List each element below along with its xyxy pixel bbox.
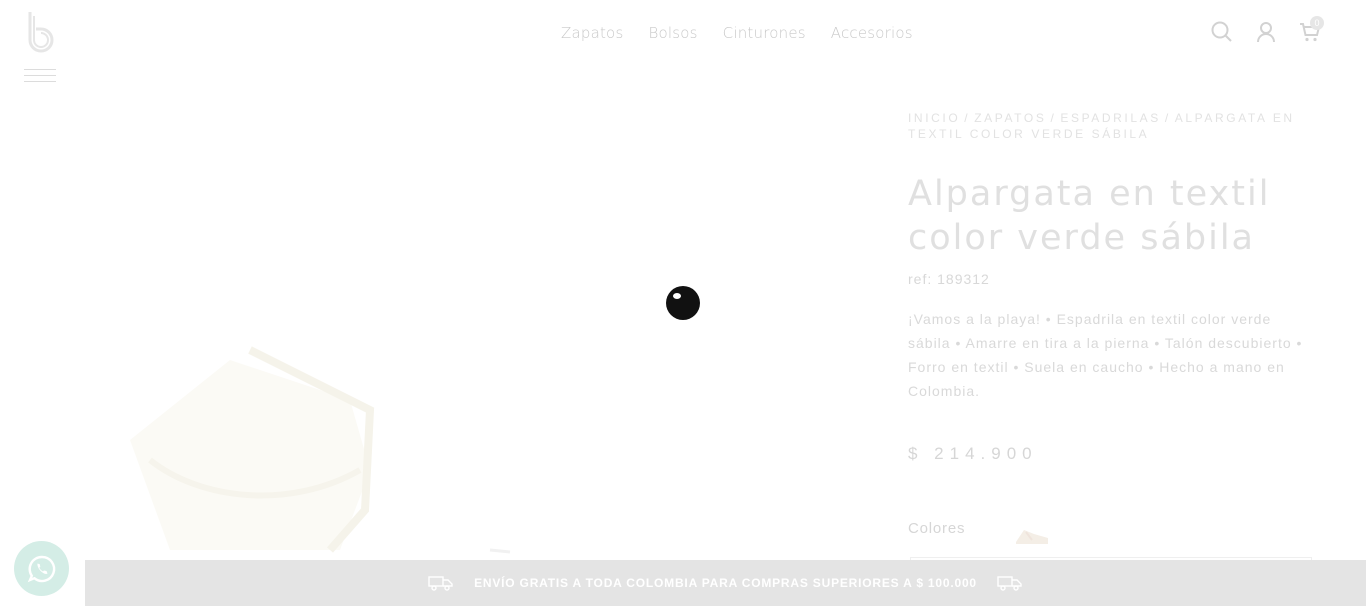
hamburger-line: [24, 69, 56, 70]
truck-icon: [428, 576, 453, 591]
main-nav: Zapatos Bolsos Cinturones Accesorios: [561, 24, 913, 42]
nav-link-bolsos[interactable]: Bolsos: [648, 24, 697, 42]
loading-spinner: [665, 285, 701, 321]
colors-label: Colores: [908, 520, 966, 537]
breadcrumb-separator: /: [964, 111, 971, 125]
whatsapp-icon: [27, 555, 55, 582]
product-price: $ 214.900: [908, 444, 1038, 463]
search-icon: [1211, 21, 1232, 42]
brand-logo[interactable]: [26, 10, 56, 54]
truck-icon: [997, 576, 1022, 591]
breadcrumb-espadrilas[interactable]: Espadrilas: [1060, 111, 1160, 125]
breadcrumb-separator: /: [1164, 111, 1171, 125]
product-description: ¡Vamos a la playa! • Espadrila en textil…: [908, 311, 1303, 399]
breadcrumb: Inicio / Zapatos / Espadrilas / Alpargata en t…: [908, 110, 1318, 142]
product-title: Alpargata en textil color verde sábila: [908, 174, 1271, 258]
account-button[interactable]: [1254, 18, 1278, 46]
product-photo: [130, 346, 511, 554]
header-actions: 0: [1210, 16, 1324, 46]
search-button[interactable]: [1210, 18, 1234, 46]
nav-link-accesorios[interactable]: Accesorios: [831, 24, 913, 42]
brand-b-logo-icon: [28, 12, 54, 53]
color-swatch-thumbnail: [1016, 530, 1048, 544]
cart-button[interactable]: 0: [1298, 16, 1324, 46]
breadcrumb-separator: /: [1050, 111, 1057, 125]
color-swatch[interactable]: [1014, 524, 1052, 546]
nav-link-zapatos[interactable]: Zapatos: [561, 24, 623, 42]
nav-link-cinturones[interactable]: Cinturones: [723, 24, 806, 42]
loading-spinner-icon: [666, 286, 700, 320]
breadcrumb-zapatos[interactable]: Zapatos: [974, 111, 1046, 125]
free-shipping-banner: ENVÍO GRATIS A TODA COLOMBIA PARA COMPRA…: [85, 560, 1366, 606]
cart-count-badge: 0: [1310, 16, 1324, 30]
user-icon: [1257, 22, 1275, 43]
hamburger-line: [24, 75, 56, 76]
product-page: Zapatos Bolsos Cinturones Accesorios 0 I…: [0, 0, 1366, 606]
product-ref: ref: 189312: [908, 271, 990, 287]
whatsapp-button[interactable]: [14, 541, 69, 596]
product-image[interactable]: [110, 340, 570, 560]
hamburger-line: [24, 81, 56, 82]
breadcrumb-home[interactable]: Inicio: [908, 111, 960, 125]
free-shipping-text: ENVÍO GRATIS A TODA COLOMBIA PARA COMPRA…: [474, 576, 977, 590]
menu-button[interactable]: [24, 69, 56, 85]
